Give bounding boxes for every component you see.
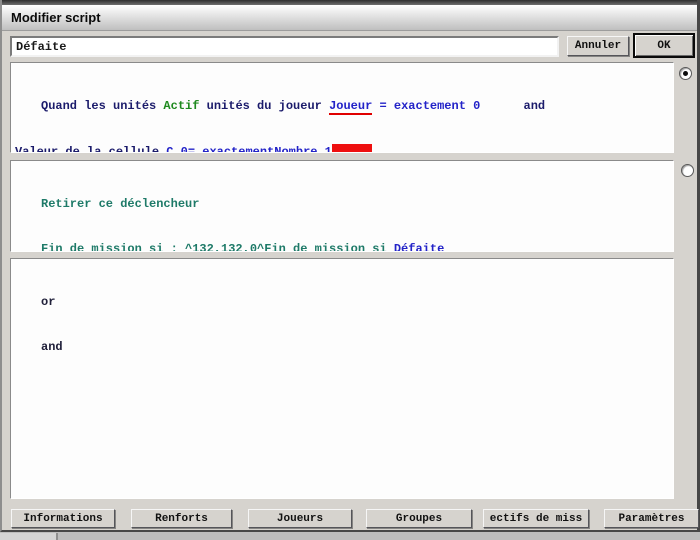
modifier-script-dialog: Modifier script Annuler OK Quand les uni… bbox=[0, 0, 700, 532]
button-label: Groupes bbox=[396, 513, 442, 525]
syntax-segment: unités du joueur bbox=[207, 99, 329, 113]
button-label: ectifs de miss bbox=[490, 513, 582, 525]
button-label: Paramètres bbox=[618, 513, 684, 525]
action-line: Retirer ce déclencheur bbox=[15, 197, 669, 212]
ok-button-label: OK bbox=[657, 40, 670, 52]
window-title: Modifier script bbox=[11, 10, 101, 25]
ok-button[interactable]: OK bbox=[633, 33, 695, 58]
button-label: Renforts bbox=[155, 513, 208, 525]
action-line: Fin de mission si : ^132,132,0^Fin de mi… bbox=[15, 242, 669, 252]
condition-line: Valeur de la cellule C_0= exactementNomb… bbox=[15, 144, 669, 153]
syntax-segment: Valeur de la cellule bbox=[15, 145, 166, 153]
button-label: Joueurs bbox=[277, 513, 323, 525]
syntax-segment: Quand les unités bbox=[41, 99, 163, 113]
syntax-segment: = exactement 0 bbox=[372, 99, 480, 113]
syntax-segment: Retirer ce déclencheur bbox=[41, 197, 199, 211]
syntax-segment: Défaite bbox=[394, 242, 444, 252]
condition-panel-1[interactable]: Quand les unités Actif unités du joueur … bbox=[10, 62, 674, 153]
titlebar[interactable]: Modifier script bbox=[2, 5, 697, 31]
renforts-button[interactable]: Renforts bbox=[131, 509, 232, 528]
cancel-button-label: Annuler bbox=[575, 40, 621, 52]
syntax-segment: exactementNombre 1 bbox=[202, 145, 332, 153]
empty-condition-panel-3[interactable]: or and bbox=[10, 258, 674, 499]
trigger-radio-2[interactable] bbox=[681, 164, 694, 177]
syntax-segment: Actif bbox=[163, 99, 206, 113]
condition-line: Quand les unités Actif unités du joueur … bbox=[15, 99, 669, 114]
objectifs-de-mission-button[interactable]: ectifs de miss bbox=[483, 509, 589, 528]
button-label: Informations bbox=[23, 513, 102, 525]
syntax-segment: C_0= bbox=[166, 145, 202, 153]
cancel-button[interactable]: Annuler bbox=[567, 36, 629, 56]
action-panel-2[interactable]: Retirer ce déclencheur Fin de mission si… bbox=[10, 160, 674, 252]
operator-and: and bbox=[15, 340, 669, 355]
operator-or: or bbox=[15, 295, 669, 310]
background-taskbar-strip bbox=[0, 532, 700, 540]
groupes-button[interactable]: Groupes bbox=[366, 509, 472, 528]
joueurs-button[interactable]: Joueurs bbox=[248, 509, 352, 528]
syntax-segment: Fin de mission si : ^132,132,0^Fin de mi… bbox=[41, 242, 394, 252]
parametres-button[interactable]: Paramètres bbox=[604, 509, 699, 528]
script-name-input[interactable] bbox=[10, 36, 559, 57]
redacted-value-block bbox=[332, 144, 372, 153]
informations-button[interactable]: Informations bbox=[11, 509, 115, 528]
radio-selected-dot bbox=[683, 71, 688, 76]
syntax-segment: and bbox=[480, 99, 545, 113]
trigger-radio-1[interactable] bbox=[679, 67, 692, 80]
background-taskbar-segment bbox=[0, 533, 58, 540]
syntax-segment-highlighted: Joueur bbox=[329, 99, 372, 115]
